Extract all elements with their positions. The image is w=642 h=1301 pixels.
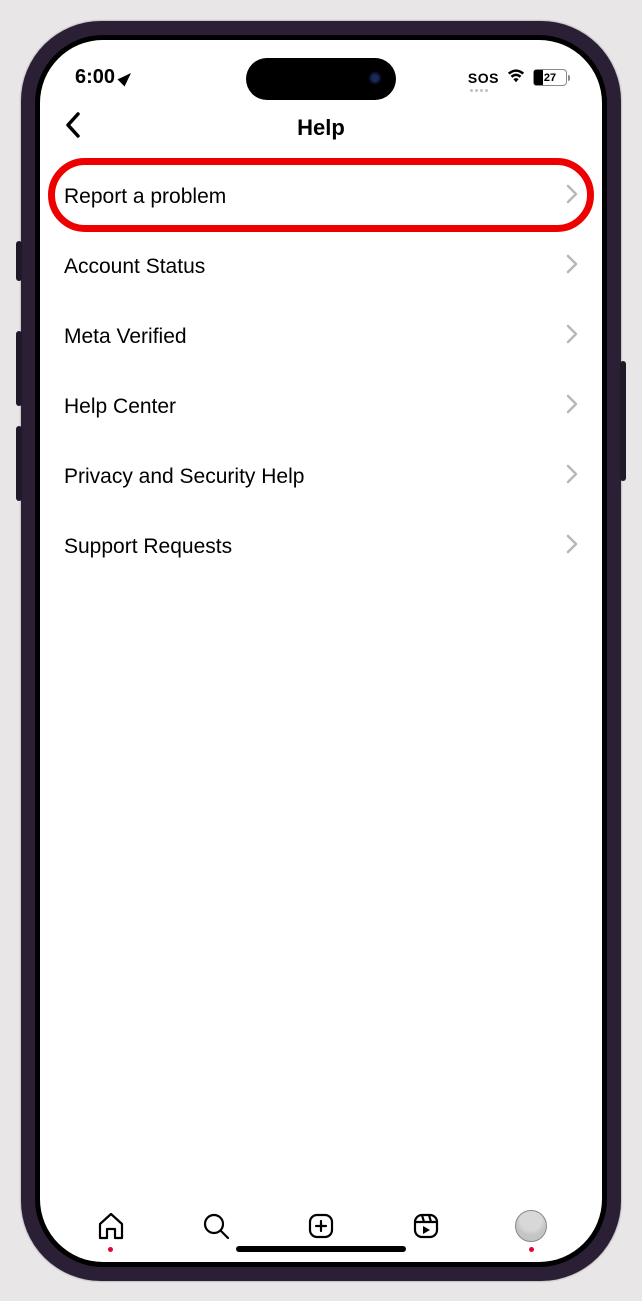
nav-profile[interactable] <box>479 1210 584 1242</box>
menu-item-account-status[interactable]: Account Status <box>60 232 582 302</box>
status-time: 6:00 <box>75 66 115 89</box>
home-icon <box>95 1210 127 1242</box>
home-indicator[interactable] <box>236 1246 406 1252</box>
menu-label: Account Status <box>64 255 205 279</box>
chevron-right-icon <box>566 184 578 209</box>
back-button[interactable] <box>58 106 88 149</box>
chevron-right-icon <box>566 324 578 349</box>
status-right: SOS 27 <box>468 66 567 90</box>
location-icon <box>118 69 135 86</box>
search-icon <box>200 1210 232 1242</box>
page-title: Help <box>297 115 345 141</box>
chevron-right-icon <box>566 254 578 279</box>
menu-label: Report a problem <box>64 185 226 209</box>
chevron-right-icon <box>566 464 578 489</box>
side-button-power <box>620 361 626 481</box>
chevron-right-icon <box>566 394 578 419</box>
phone-inner-bezel: 6:00 SOS 27 <box>35 35 607 1267</box>
side-button-volume-down <box>16 426 22 501</box>
menu-item-report-problem[interactable]: Report a problem <box>60 162 582 232</box>
menu-item-help-center[interactable]: Help Center <box>60 372 582 442</box>
nav-dot <box>529 1247 534 1252</box>
wifi-icon <box>505 66 527 90</box>
nav-search[interactable] <box>163 1210 268 1242</box>
chevron-left-icon <box>64 112 82 138</box>
nav-home[interactable] <box>58 1210 163 1242</box>
nav-dot <box>108 1247 113 1252</box>
screen: 6:00 SOS 27 <box>40 40 602 1262</box>
chevron-right-icon <box>566 534 578 559</box>
menu-item-wrapper-highlighted: Report a problem <box>60 162 582 232</box>
reels-icon <box>410 1210 442 1242</box>
nav-reels[interactable] <box>374 1210 479 1242</box>
menu-label: Privacy and Security Help <box>64 465 304 489</box>
menu-item-meta-verified[interactable]: Meta Verified <box>60 302 582 372</box>
phone-frame: 6:00 SOS 27 <box>21 21 621 1281</box>
sos-indicator: SOS <box>468 70 499 86</box>
menu-label: Support Requests <box>64 535 232 559</box>
dynamic-island <box>246 58 396 100</box>
status-left: 6:00 <box>75 66 131 89</box>
menu-item-privacy-security[interactable]: Privacy and Security Help <box>60 442 582 512</box>
nav-create[interactable] <box>268 1210 373 1242</box>
menu-label: Meta Verified <box>64 325 187 349</box>
menu-list: Report a problem Account Status Meta Ver… <box>40 162 602 1190</box>
menu-item-support-requests[interactable]: Support Requests <box>60 512 582 582</box>
side-button-volume-up <box>16 331 22 406</box>
battery-icon: 27 <box>533 69 567 86</box>
plus-square-icon <box>305 1210 337 1242</box>
nav-header: Help <box>40 100 602 156</box>
side-button-mute <box>16 241 22 281</box>
profile-avatar-icon <box>515 1210 547 1242</box>
menu-label: Help Center <box>64 395 176 419</box>
